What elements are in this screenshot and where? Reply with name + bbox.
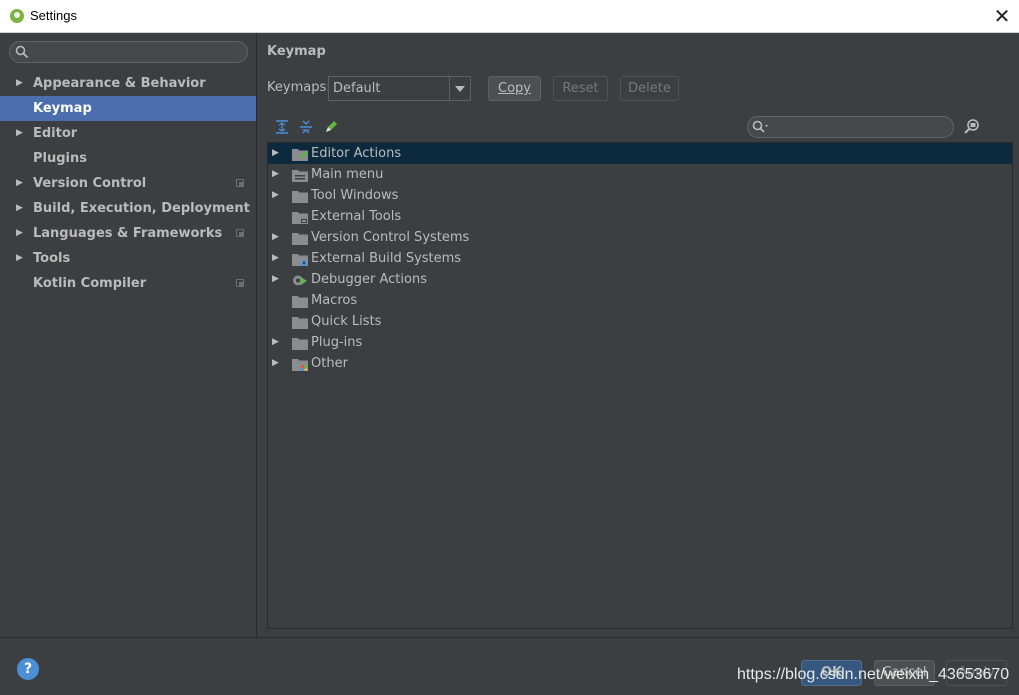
project-level-icon [236, 279, 244, 287]
collapse-all-icon[interactable] [298, 119, 314, 135]
tree-row[interactable]: Macros [268, 290, 1012, 311]
settings-nav: ▶ Appearance & Behavior Keymap ▶ Editor Plugi… [0, 71, 256, 296]
sidebar-item-label: Keymap [33, 101, 92, 116]
sidebar-item-label: Appearance & Behavior [33, 76, 206, 91]
delete-button[interactable]: Delete [620, 76, 679, 101]
expand-all-icon[interactable] [274, 119, 290, 135]
keymap-select[interactable]: Default [328, 76, 471, 101]
edit-shortcuts-icon[interactable] [323, 119, 339, 135]
watermark: https://blog.csdn.net/weixin_43653670 [737, 666, 1010, 683]
expand-arrow-icon[interactable]: ▶ [16, 246, 23, 271]
page-title: Keymap [267, 44, 326, 59]
expand-arrow-icon[interactable]: ▶ [272, 269, 279, 290]
tree-row-label: Main menu [311, 167, 384, 182]
search-icon [752, 120, 772, 138]
dialog-footer: ? OK Cancel Apply https://blog.csdn.net/… [0, 637, 1019, 695]
sidebar-item[interactable]: ▶ Tools [0, 246, 256, 271]
folder-icon [292, 231, 308, 245]
title-bar: Settings ✕ [0, 0, 1019, 33]
expand-arrow-icon[interactable]: ▶ [16, 171, 23, 196]
keymap-select-value: Default [333, 81, 381, 96]
folder-icon [292, 336, 308, 350]
expand-arrow-icon[interactable]: ▶ [16, 71, 23, 96]
sidebar-item-label: Editor [33, 126, 78, 141]
main-menu-icon [292, 168, 308, 182]
tree-row[interactable]: ▶ Main menu [268, 164, 1012, 185]
sidebar-item[interactable]: Plugins [0, 146, 256, 171]
sidebar-item-label: Tools [33, 251, 71, 266]
tree-row-label: Debugger Actions [311, 272, 427, 287]
debugger-icon [292, 273, 308, 286]
keymap-tree: ▶ Editor Actions ▶ Main menu ▶ Tool Windows Ex… [267, 142, 1013, 629]
expand-arrow-icon[interactable]: ▶ [16, 196, 23, 221]
tree-row[interactable]: ▶ Version Control Systems [268, 227, 1012, 248]
tree-row-label: External Tools [311, 209, 402, 224]
keymap-search-input[interactable] [747, 116, 954, 138]
folder-icon [292, 294, 308, 308]
sidebar-item-label: Version Control [33, 176, 147, 191]
sidebar-item[interactable]: ▶ Languages & Frameworks [0, 221, 256, 246]
tree-row[interactable]: ▶ Tool Windows [268, 185, 1012, 206]
sidebar-item[interactable]: Kotlin Compiler [0, 271, 256, 296]
expand-arrow-icon[interactable]: ▶ [16, 121, 23, 146]
help-icon[interactable]: ? [17, 658, 39, 680]
tree-row-label: Quick Lists [311, 314, 382, 329]
copy-button[interactable]: Copy [488, 76, 541, 101]
folder-icon [292, 189, 308, 203]
tree-row-label: External Build Systems [311, 251, 462, 266]
external-tools-icon [292, 210, 308, 224]
tree-row[interactable]: ▶ Other [268, 353, 1012, 374]
tree-row[interactable]: ▶ Editor Actions [268, 143, 1012, 164]
window-title: Settings [30, 8, 77, 23]
sidebar-item[interactable]: ▶ Editor [0, 121, 256, 146]
chevron-down-icon[interactable] [449, 77, 470, 100]
tree-row[interactable]: External Tools [268, 206, 1012, 227]
project-level-icon [236, 179, 244, 187]
tree-row[interactable]: ▶ Debugger Actions [268, 269, 1012, 290]
tree-row-label: Plug-ins [311, 335, 363, 350]
settings-sidebar: ▶ Appearance & Behavior Keymap ▶ Editor Plugi… [0, 33, 257, 637]
keymaps-label: Keymaps: [267, 80, 331, 95]
sidebar-item-label: Plugins [33, 151, 87, 166]
tree-row[interactable]: Quick Lists [268, 311, 1012, 332]
android-studio-icon [10, 9, 24, 23]
find-by-shortcut-icon[interactable] [963, 118, 981, 136]
sidebar-item[interactable]: ▶ Build, Execution, Deployment [0, 196, 256, 221]
sidebar-item[interactable]: ▶ Appearance & Behavior [0, 71, 256, 96]
tree-row-label: Version Control Systems [311, 230, 470, 245]
sidebar-item-label: Kotlin Compiler [33, 276, 147, 291]
expand-arrow-icon[interactable]: ▶ [272, 353, 279, 374]
tree-row-label: Other [311, 356, 348, 371]
expand-arrow-icon[interactable]: ▶ [272, 332, 279, 353]
tree-row-label: Macros [311, 293, 358, 308]
keymap-panel: Keymap Keymaps: Default Copy Reset Delet… [257, 33, 1019, 637]
expand-arrow-icon[interactable]: ▶ [16, 221, 23, 246]
editor-actions-icon [292, 147, 308, 161]
expand-arrow-icon[interactable]: ▶ [272, 227, 279, 248]
tree-row-label: Editor Actions [311, 146, 402, 161]
expand-arrow-icon[interactable]: ▶ [272, 143, 279, 164]
tree-row-label: Tool Windows [311, 188, 399, 203]
settings-search-input[interactable] [9, 41, 248, 63]
reset-button[interactable]: Reset [553, 76, 608, 101]
tree-row[interactable]: ▶ External Build Systems [268, 248, 1012, 269]
expand-arrow-icon[interactable]: ▶ [272, 164, 279, 185]
sidebar-item-label: Languages & Frameworks [33, 226, 223, 241]
other-icon [292, 357, 308, 371]
sidebar-item[interactable]: Keymap [0, 96, 256, 121]
tree-row[interactable]: ▶ Plug-ins [268, 332, 1012, 353]
expand-arrow-icon[interactable]: ▶ [272, 185, 279, 206]
sidebar-item[interactable]: ▶ Version Control [0, 171, 256, 196]
sidebar-item-label: Build, Execution, Deployment [33, 201, 250, 216]
search-icon [15, 45, 29, 63]
external-build-icon [292, 252, 308, 266]
folder-icon [292, 315, 308, 329]
expand-arrow-icon[interactable]: ▶ [272, 248, 279, 269]
close-icon[interactable]: ✕ [991, 5, 1013, 27]
project-level-icon [236, 229, 244, 237]
